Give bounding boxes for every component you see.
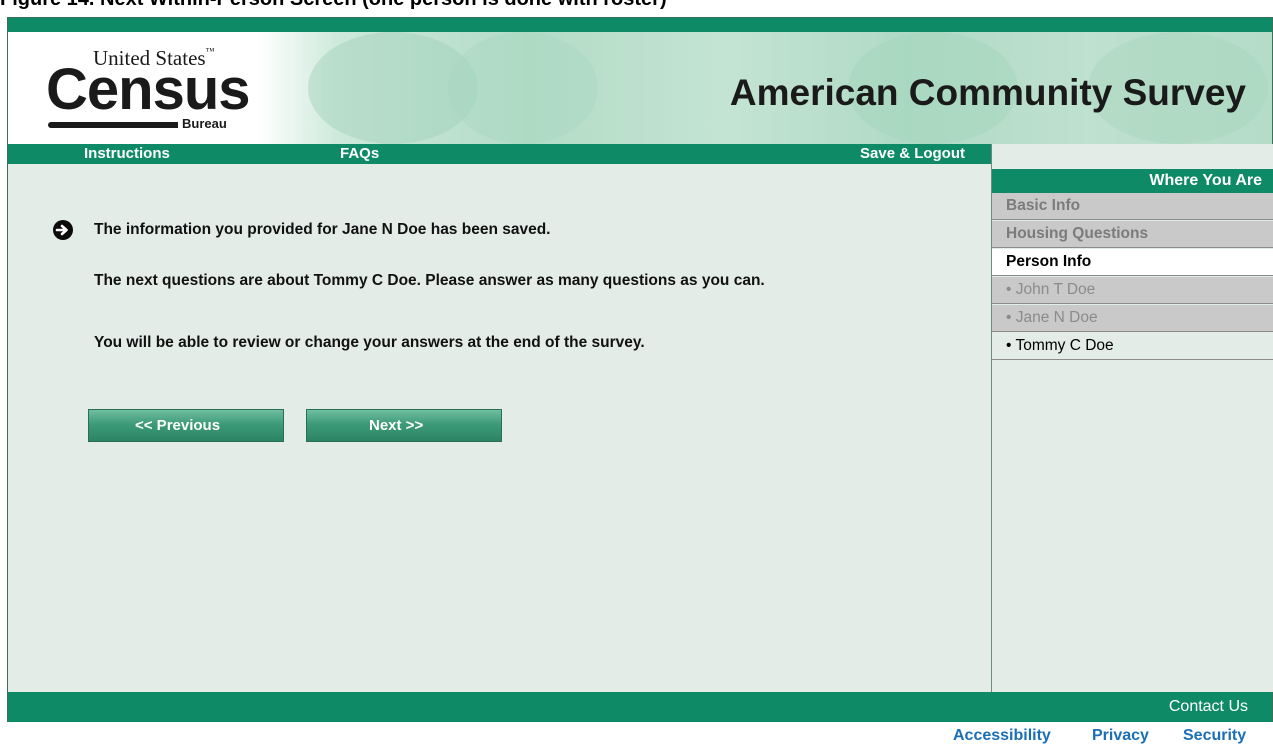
where-you-are-sidebar: Where You Are Basic Info Housing Questio… bbox=[991, 144, 1273, 692]
survey-title: American Community Survey bbox=[729, 72, 1246, 113]
sidebar-item-basic-info: Basic Info bbox=[992, 193, 1273, 220]
sidebar-heading: Where You Are bbox=[992, 169, 1273, 193]
header-banner: United States™ Census Bureau American Co… bbox=[8, 32, 1272, 144]
next-button[interactable]: Next >> bbox=[306, 409, 502, 442]
figure-caption: Figure 14. Next Within-Person Screen (on… bbox=[0, 0, 1273, 10]
nav-save-logout-link[interactable]: Save & Logout bbox=[860, 144, 965, 164]
previous-button-label: << Previous bbox=[135, 417, 221, 434]
logo-bureau: Bureau bbox=[182, 116, 227, 131]
arrow-right-icon bbox=[53, 220, 73, 240]
review-message: You will be able to review or change you… bbox=[94, 334, 645, 351]
logo-wordmark: Census bbox=[46, 57, 251, 122]
top-navbar: Instructions FAQs Save & Logout bbox=[8, 144, 991, 164]
logo-underline bbox=[48, 122, 178, 128]
previous-button[interactable]: << Previous bbox=[88, 409, 284, 442]
saved-message: The information you provided for Jane N … bbox=[94, 221, 551, 238]
privacy-link[interactable]: Privacy bbox=[1092, 727, 1149, 745]
sidebar-item-john-t-doe: • John T Doe bbox=[992, 277, 1273, 304]
app-window: United States™ Census Bureau American Co… bbox=[7, 17, 1273, 722]
nav-instructions-link[interactable]: Instructions bbox=[84, 144, 170, 164]
sidebar-item-housing-questions: Housing Questions bbox=[992, 221, 1273, 248]
contact-us-link[interactable]: Contact Us bbox=[1169, 692, 1248, 722]
sidebar-item-tommy-c-doe: • Tommy C Doe bbox=[992, 333, 1273, 360]
banner-photo bbox=[448, 32, 598, 144]
accessibility-link[interactable]: Accessibility bbox=[953, 727, 1051, 745]
census-logo[interactable]: United States™ Census Bureau bbox=[46, 46, 251, 136]
nav-faqs-link[interactable]: FAQs bbox=[340, 144, 379, 164]
security-link[interactable]: Security bbox=[1183, 727, 1246, 745]
next-button-label: Next >> bbox=[369, 417, 424, 434]
logo-trademark: ™ bbox=[205, 46, 215, 56]
footer-bar: Contact Us bbox=[8, 692, 1272, 722]
next-person-message: The next questions are about Tommy C Doe… bbox=[94, 272, 765, 289]
sidebar-item-jane-n-doe: • Jane N Doe bbox=[992, 305, 1273, 332]
sidebar-item-person-info: Person Info bbox=[992, 249, 1273, 276]
main-content: The information you provided for Jane N … bbox=[8, 164, 991, 692]
header-stripe bbox=[8, 18, 1272, 32]
